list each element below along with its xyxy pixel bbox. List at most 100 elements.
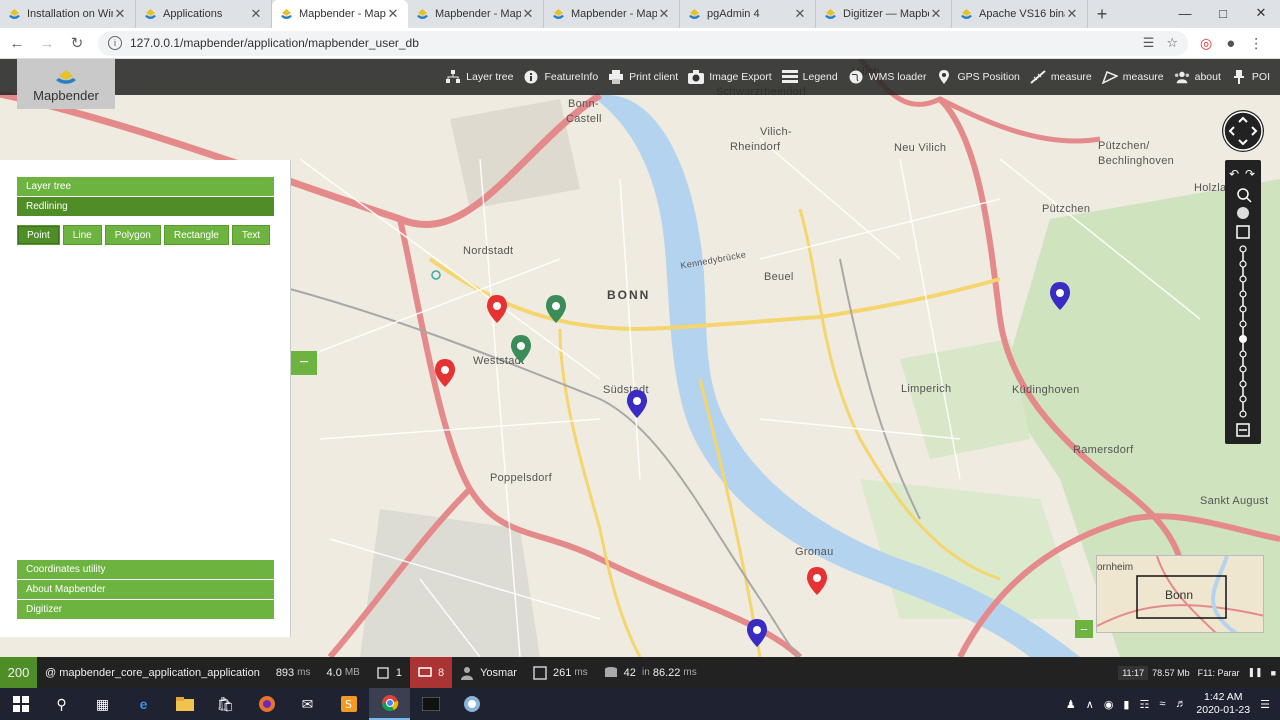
tray-app-icon[interactable]: ◉ — [1104, 698, 1114, 711]
poi-marker-red[interactable] — [807, 567, 827, 595]
render-info[interactable]: 261 ms — [525, 657, 596, 688]
poi-marker-green[interactable] — [546, 295, 566, 323]
browser-tab[interactable]: Mapbender - Mapbe✕ — [272, 0, 408, 28]
stop-icon[interactable]: ■ — [1267, 668, 1280, 678]
reload-icon[interactable]: ↻ — [64, 30, 90, 56]
forms-info[interactable]: 1 — [368, 657, 410, 688]
time-info[interactable]: 893 ms — [268, 657, 319, 688]
status-code[interactable]: 200 — [0, 657, 37, 688]
browser-tab[interactable]: Applications ✕ — [136, 0, 272, 28]
tab-close-icon[interactable]: ✕ — [386, 6, 400, 22]
forward-icon[interactable]: → — [34, 30, 60, 56]
sidepane-item-about-mapbender[interactable]: About Mapbender — [17, 580, 274, 600]
site-info-icon[interactable]: i — [108, 36, 122, 50]
close-window-icon[interactable]: ✕ — [1242, 0, 1280, 26]
terminal-icon[interactable] — [410, 688, 451, 720]
tab-close-icon[interactable]: ✕ — [113, 6, 127, 22]
edge-icon[interactable]: e — [123, 688, 164, 720]
overview-map[interactable]: Bonn ornheim — [1096, 555, 1264, 633]
memory-info[interactable]: 4.0 MB — [319, 657, 368, 688]
browser-tab[interactable]: pgAdmin 4 ✕ — [680, 0, 816, 28]
browser-tab[interactable]: Apache VS16 binar ✕ — [952, 0, 1088, 28]
bookmark-star-icon[interactable]: ☆ — [1166, 35, 1178, 51]
user-info[interactable]: Yosmar — [452, 657, 525, 688]
sidepane-item-coordinates-utility[interactable]: Coordinates utility — [17, 560, 274, 580]
redlining-tool-rectangle[interactable]: Rectangle — [163, 225, 229, 245]
battery-icon[interactable]: ▮ — [1123, 698, 1129, 711]
tray-chevron-icon[interactable]: ∧ — [1086, 698, 1094, 711]
toolbar-button-poi[interactable]: POI — [1231, 69, 1270, 85]
toolbar-button-measure[interactable]: measure — [1101, 69, 1164, 85]
tab-title: Mapbender - Mapbe — [299, 8, 386, 20]
poi-marker-blue[interactable] — [627, 390, 647, 418]
sidepane-item-digitizer[interactable]: Digitizer — [17, 600, 274, 620]
store-icon[interactable]: 🛍 — [205, 688, 246, 720]
pan-control[interactable] — [1222, 110, 1264, 152]
tab-close-icon[interactable]: ✕ — [249, 6, 263, 22]
profile-icon[interactable]: ● — [1226, 35, 1235, 52]
toolbar-button-gps-position[interactable]: GPS Position — [936, 69, 1020, 85]
browser-tab[interactable]: Mapbender - Mapbe✕ — [408, 0, 544, 28]
minimize-icon[interactable]: — — [1166, 0, 1204, 26]
browser-tab[interactable]: Installation on Win ✕ — [0, 0, 136, 28]
browser-tab[interactable]: Mapbender - Mapbe✕ — [544, 0, 680, 28]
poi-marker-blue[interactable] — [747, 619, 767, 647]
url-input[interactable]: i 127.0.0.1/mapbender/application/mapben… — [98, 30, 1188, 56]
redlining-tool-point[interactable]: Point — [17, 225, 60, 245]
route-info[interactable]: @ mapbender_core_application_application — [37, 657, 268, 688]
network-icon[interactable]: ☶ — [1139, 698, 1149, 711]
poi-marker-red[interactable] — [487, 295, 507, 323]
pause-icon[interactable]: ❚❚ — [1243, 667, 1266, 678]
toolbar-button-featureinfo[interactable]: FeatureInfo — [523, 69, 598, 85]
task-view-icon[interactable]: ▦ — [82, 688, 123, 720]
tab-close-icon[interactable]: ✕ — [521, 6, 535, 22]
toolbar-button-layer-tree[interactable]: Layer tree — [445, 69, 513, 85]
overview-toggle-button[interactable]: − — [1075, 620, 1093, 638]
db-info[interactable]: 42 in 86.22 ms — [596, 657, 705, 688]
redlining-tool-polygon[interactable]: Polygon — [104, 225, 161, 245]
pgadmin-icon[interactable] — [451, 688, 492, 720]
mapbender-logo: Mapbender — [17, 59, 115, 109]
poi-marker-blue[interactable] — [1050, 282, 1070, 310]
translate-icon[interactable]: ☰ — [1143, 35, 1155, 51]
firefox-icon[interactable] — [246, 688, 287, 720]
menu-icon[interactable]: ⋮ — [1249, 35, 1263, 52]
back-icon[interactable]: ← — [4, 30, 30, 56]
redlining-tool-line[interactable]: Line — [62, 225, 102, 245]
browser-tab[interactable]: Digitizer — Mapbe ✕ — [816, 0, 952, 28]
toolbar-button-about[interactable]: about — [1174, 69, 1221, 85]
extension-icon[interactable]: ◎ — [1200, 35, 1212, 52]
file-explorer-icon[interactable] — [164, 688, 205, 720]
toolbar-button-print-client[interactable]: Print client — [608, 69, 678, 85]
sidepane-item-layer-tree[interactable]: Layer tree — [17, 177, 274, 197]
redlining-tool-text[interactable]: Text — [231, 225, 271, 245]
taskbar-clock[interactable]: 1:42 AM 2020-01-23 — [1196, 691, 1250, 717]
sidepane-item-redlining[interactable]: Redlining — [17, 197, 274, 217]
point-marker[interactable] — [431, 270, 441, 280]
maximize-icon[interactable]: □ — [1204, 0, 1242, 26]
sidepane-toggle-button[interactable]: − — [291, 351, 317, 375]
search-icon[interactable]: ⚲ — [41, 688, 82, 720]
tab-close-icon[interactable]: ✕ — [793, 6, 807, 22]
toolbar-button-image-export[interactable]: Image Export — [688, 69, 772, 85]
people-icon[interactable]: ♟ — [1066, 698, 1076, 711]
chrome-icon[interactable] — [369, 688, 410, 720]
windows-start-icon[interactable] — [0, 688, 41, 720]
poi-marker-green[interactable] — [511, 335, 531, 363]
volume-icon[interactable]: ♬ — [1175, 698, 1186, 710]
tab-title: Apache VS16 binar — [979, 8, 1065, 20]
tab-close-icon[interactable]: ✕ — [929, 6, 943, 22]
poi-marker-red[interactable] — [435, 359, 455, 387]
toolbar-button-wms-loader[interactable]: WMS loader — [848, 69, 926, 85]
toolbar-button-measure[interactable]: measure — [1030, 69, 1092, 85]
tab-close-icon[interactable]: ✕ — [1065, 6, 1079, 22]
wifi-icon[interactable]: ≈ — [1159, 698, 1165, 710]
sublime-text-icon[interactable]: S — [328, 688, 369, 720]
mail-icon[interactable]: ✉ — [287, 688, 328, 720]
new-tab-button[interactable]: + — [1088, 0, 1116, 28]
toolbar-button-legend[interactable]: Legend — [781, 69, 838, 85]
address-bar-row: ← → ↻ i 127.0.0.1/mapbender/application/… — [0, 28, 1280, 59]
logs-info[interactable]: 8 — [409, 657, 453, 688]
tab-close-icon[interactable]: ✕ — [657, 6, 671, 22]
notifications-icon[interactable]: ☰ — [1260, 698, 1270, 711]
